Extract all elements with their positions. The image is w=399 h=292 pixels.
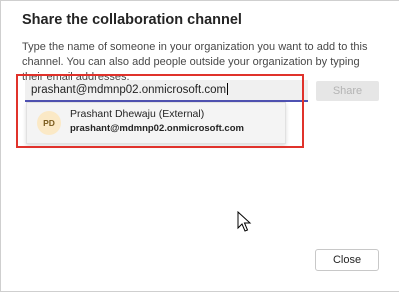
close-button[interactable]: Close [315, 249, 379, 271]
highlight-box [16, 74, 304, 148]
mouse-pointer-icon [237, 211, 252, 232]
share-button[interactable]: Share [316, 81, 379, 101]
share-channel-dialog: Share the collaboration channel Type the… [0, 0, 399, 292]
dialog-title: Share the collaboration channel [22, 12, 242, 28]
